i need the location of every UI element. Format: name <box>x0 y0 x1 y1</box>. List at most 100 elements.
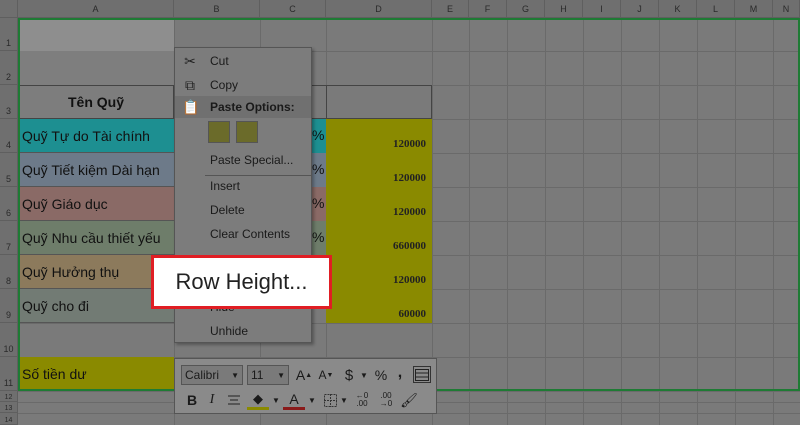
row-header-9[interactable]: 9 <box>0 289 18 323</box>
menu-section-paste-options: 📋 Paste Options: <box>175 96 311 118</box>
table-header-cell[interactable]: Tên Quỹ <box>18 85 174 119</box>
decrease-font-icon[interactable]: A ▼ <box>315 365 337 385</box>
fill-color-icon[interactable]: ◆ <box>247 390 269 410</box>
col-header-k[interactable]: K <box>659 0 697 18</box>
row-header-12[interactable]: 12 <box>0 391 18 402</box>
row-header-3[interactable]: 3 <box>0 85 18 119</box>
italic-button[interactable]: I <box>203 390 221 410</box>
col-header-f[interactable]: F <box>469 0 507 18</box>
font-name-select[interactable]: Calibri ▼ <box>181 365 243 385</box>
copy-icon: ⧉ <box>185 77 195 93</box>
percent-value: % <box>312 229 325 245</box>
cell-a2[interactable] <box>18 51 174 85</box>
menu-item-unhide[interactable]: Unhide <box>175 320 311 342</box>
amount-cell[interactable]: 120000 <box>326 172 432 184</box>
col-header-a[interactable]: A <box>18 0 174 18</box>
menu-label: Cut <box>210 54 229 68</box>
scissors-icon: ✂ <box>184 53 196 69</box>
font-size-value: 11 <box>251 368 264 382</box>
chevron-down-icon: ▼ <box>277 370 285 380</box>
amount-cell[interactable]: 120000 <box>326 138 432 150</box>
row-header-14[interactable]: 14 <box>0 413 18 425</box>
menu-item-row-height[interactable]: Row Height... <box>151 255 332 309</box>
menu-item-paste-special[interactable]: Paste Special... <box>175 149 311 171</box>
balance-label-cell[interactable]: Số tiền dư <box>18 357 174 391</box>
col-header-h[interactable]: H <box>545 0 583 18</box>
paste-formatting-icon[interactable] <box>208 121 230 143</box>
menu-item-delete[interactable]: Delete <box>175 199 311 221</box>
menu-label: Paste Special... <box>210 153 294 167</box>
chevron-down-icon[interactable]: ▼ <box>271 390 281 410</box>
clipboard-icon: 📋 <box>182 99 200 115</box>
align-center-icon[interactable] <box>225 390 243 410</box>
fund-name-cell[interactable]: Quỹ Tự do Tài chính <box>18 119 174 153</box>
bold-button[interactable]: B <box>183 390 201 410</box>
chevron-down-icon[interactable]: ▼ <box>307 390 317 410</box>
gridline <box>18 323 800 324</box>
row-header-4[interactable]: 4 <box>0 119 18 153</box>
row-header-13[interactable]: 13 <box>0 402 18 413</box>
amount-cell[interactable]: 120000 <box>326 274 432 286</box>
align-lines-icon <box>228 395 240 405</box>
menu-item-clear-contents[interactable]: Clear Contents <box>175 223 311 245</box>
increase-font-icon[interactable]: A ▲ <box>293 365 315 385</box>
col-header-j[interactable]: J <box>621 0 659 18</box>
row-header-10[interactable]: 10 <box>0 323 18 357</box>
row-header-2[interactable]: 2 <box>0 51 18 85</box>
percent-button[interactable]: % <box>371 365 391 385</box>
row-header-7[interactable]: 7 <box>0 221 18 255</box>
col-header-n[interactable]: N <box>773 0 800 18</box>
borders-icon[interactable] <box>321 390 339 410</box>
menu-label: Copy <box>210 78 239 92</box>
format-table-icon[interactable] <box>413 366 431 383</box>
font-color-icon[interactable]: A <box>283 390 305 410</box>
percent-value: % <box>312 195 325 211</box>
row-header-8[interactable]: 8 <box>0 255 18 289</box>
col-header-g[interactable]: G <box>507 0 545 18</box>
amount-cell[interactable]: 120000 <box>326 206 432 218</box>
border-grid-icon <box>323 393 337 407</box>
cell-a1[interactable] <box>18 18 174 51</box>
menu-item-cut[interactable]: ✂ Cut <box>175 50 311 72</box>
menu-section-label: Paste Options: <box>210 100 295 114</box>
col-header-l[interactable]: L <box>697 0 735 18</box>
format-painter-icon[interactable]: 🖌 <box>399 390 419 410</box>
col-header-m[interactable]: M <box>735 0 773 18</box>
row-header-5[interactable]: 5 <box>0 153 18 187</box>
chevron-down-icon[interactable]: ▼ <box>339 390 349 410</box>
col-header-b[interactable]: B <box>174 0 260 18</box>
comma-style-button[interactable]: , <box>393 363 407 383</box>
col-header-i[interactable]: I <box>583 0 621 18</box>
menu-label: Clear Contents <box>210 227 291 241</box>
row-header-6[interactable]: 6 <box>0 187 18 221</box>
menu-label: Insert <box>210 179 241 193</box>
chevron-down-icon[interactable]: ▼ <box>359 365 369 385</box>
font-name-value: Calibri <box>185 368 220 382</box>
col-header-d[interactable]: D <box>326 0 432 18</box>
select-all-corner[interactable] <box>0 0 18 18</box>
currency-button[interactable]: $ <box>339 365 359 385</box>
decrease-decimal-icon[interactable]: .00 →0 <box>375 390 397 410</box>
paste-icon[interactable] <box>236 121 258 143</box>
amount-cell[interactable]: 60000 <box>326 308 432 320</box>
row-header-11[interactable]: 11 <box>0 357 18 391</box>
percent-value: % <box>312 127 325 143</box>
col-header-c[interactable]: C <box>260 0 326 18</box>
fund-name-cell[interactable]: Quỹ Nhu cầu thiết yếu <box>18 221 174 255</box>
table-grid-icon <box>415 368 429 381</box>
row-header-1[interactable]: 1 <box>0 18 18 51</box>
menu-label: Unhide <box>210 324 249 338</box>
increase-decimal-icon[interactable]: ←0.00 <box>351 390 373 410</box>
cell-d3[interactable] <box>326 85 432 119</box>
col-header-e[interactable]: E <box>432 0 469 18</box>
mini-toolbar: Calibri ▼ 11 ▼ A ▲ A ▼ $ ▼ % , B I ◆ ▼ A ▼… <box>174 358 437 414</box>
font-size-select[interactable]: 11 ▼ <box>247 365 289 385</box>
fund-name-cell[interactable]: Quỹ Tiết kiệm Dài hạn <box>18 153 174 187</box>
fund-name-cell[interactable]: Quỹ Giáo dục <box>18 187 174 221</box>
chevron-down-icon: ▼ <box>231 370 239 380</box>
percent-value: % <box>312 161 325 177</box>
menu-label: Delete <box>210 203 245 217</box>
menu-item-copy[interactable]: ⧉ Copy <box>175 74 311 96</box>
menu-item-insert[interactable]: Insert <box>175 175 311 197</box>
amount-cell[interactable]: 660000 <box>326 240 432 252</box>
